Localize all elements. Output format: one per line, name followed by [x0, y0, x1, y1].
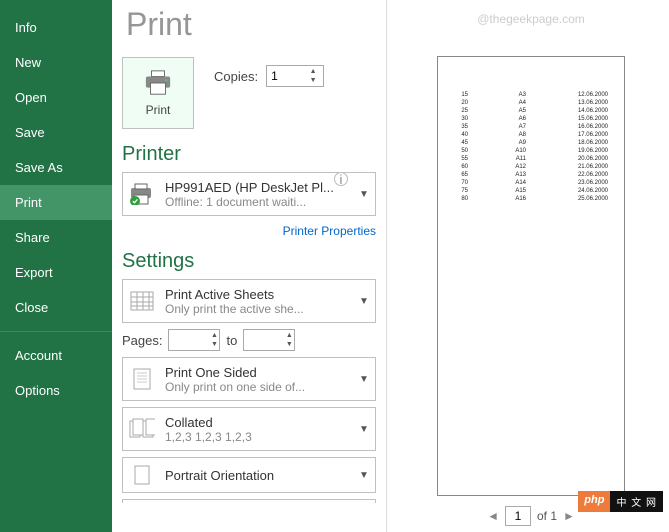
printer-icon: [143, 69, 173, 97]
next-page-button[interactable]: ►: [563, 509, 575, 523]
printer-status: Offline: 1 document waiti...: [165, 195, 355, 209]
preview-pager: ◄ of 1 ►: [393, 506, 669, 526]
spinner-up-icon[interactable]: ▲: [307, 67, 319, 76]
spinner-down-icon[interactable]: ▼: [307, 76, 319, 85]
print-scope-dropdown[interactable]: Print Active Sheets Only print the activ…: [122, 279, 376, 323]
paper-dropdown[interactable]: Letter 21.59 cm x 27.94 cm ▼: [122, 499, 376, 503]
preview-data-row: 65A1322.06.2000: [454, 171, 608, 179]
printer-status-icon: [123, 183, 161, 205]
pages-label: Pages:: [122, 333, 162, 348]
chevron-down-icon: ▼: [359, 424, 375, 435]
orientation-dropdown[interactable]: Portrait Orientation ▼: [122, 457, 376, 493]
copies-input[interactable]: [267, 69, 307, 83]
page-total: of 1: [537, 509, 557, 523]
preview-page: 15A312.06.200020A413.06.200025A514.06.20…: [437, 56, 625, 496]
print-preview-panel: @thegeekpage.com 15A312.06.200020A413.06…: [393, 0, 669, 532]
page-title: Print: [122, 0, 380, 57]
chevron-down-icon: ▼: [359, 374, 375, 385]
watermark: @thegeekpage.com: [477, 12, 585, 26]
preview-data-row: 40A817.06.2000: [454, 131, 608, 139]
chevron-down-icon: ▼: [359, 296, 375, 307]
printer-dropdown[interactable]: HP991AED (HP DeskJet Pl... Offline: 1 do…: [122, 172, 376, 216]
sidebar-item-options[interactable]: Options: [0, 373, 112, 408]
sidebar-item-save[interactable]: Save: [0, 115, 112, 150]
pages-from-input[interactable]: [169, 333, 209, 347]
pages-to-input[interactable]: [244, 333, 284, 347]
sidebar-separator: [0, 331, 112, 332]
preview-data-row: 80A1625.06.2000: [454, 195, 608, 203]
sides-dropdown[interactable]: Print One Sided Only print on one side o…: [122, 357, 376, 401]
page-icon: [123, 368, 161, 390]
preview-data-row: 35A716.06.2000: [454, 123, 608, 131]
sidebar-item-open[interactable]: Open: [0, 80, 112, 115]
pages-to-label: to: [226, 333, 237, 348]
prev-page-button[interactable]: ◄: [487, 509, 499, 523]
portrait-icon: [123, 465, 161, 485]
pages-from-spinner[interactable]: ▲▼: [168, 329, 220, 351]
preview-data-row: 25A514.06.2000: [454, 107, 608, 115]
sidebar-item-new[interactable]: New: [0, 45, 112, 80]
sheet-icon: [123, 291, 161, 311]
settings-heading: Settings: [122, 250, 376, 273]
preview-data-row: 50A1019.06.2000: [454, 147, 608, 155]
vertical-divider: [386, 0, 387, 532]
print-settings-panel: Print Print Copies: ▲▼: [112, 0, 380, 532]
preview-data-row: 75A1524.06.2000: [454, 187, 608, 195]
copies-label: Copies:: [214, 69, 258, 84]
collate-icon: [123, 418, 161, 440]
preview-data-row: 55A1120.06.2000: [454, 155, 608, 163]
sidebar-item-export[interactable]: Export: [0, 255, 112, 290]
preview-data-row: 70A1423.06.2000: [454, 179, 608, 187]
sidebar-item-saveas[interactable]: Save As: [0, 150, 112, 185]
print-button[interactable]: Print: [122, 57, 194, 129]
backstage-sidebar: Info New Open Save Save As Print Share E…: [0, 0, 112, 532]
copies-spinner[interactable]: ▲▼: [266, 65, 324, 87]
sidebar-item-close[interactable]: Close: [0, 290, 112, 325]
preview-data-row: 30A615.06.2000: [454, 115, 608, 123]
printer-heading: Printer: [122, 143, 376, 166]
chevron-down-icon: ▼: [359, 189, 375, 200]
page-number-input[interactable]: [505, 506, 531, 526]
sidebar-item-share[interactable]: Share: [0, 220, 112, 255]
settings-scroll[interactable]: Printer i HP991AED (HP DeskJet Pl... Off…: [122, 141, 380, 503]
pages-to-spinner[interactable]: ▲▼: [243, 329, 295, 351]
preview-data-row: 15A312.06.2000: [454, 91, 608, 99]
preview-data-row: 45A918.06.2000: [454, 139, 608, 147]
printer-name: HP991AED (HP DeskJet Pl...: [165, 180, 355, 195]
collate-dropdown[interactable]: Collated 1,2,3 1,2,3 1,2,3 ▼: [122, 407, 376, 451]
sidebar-item-account[interactable]: Account: [0, 338, 112, 373]
chevron-down-icon: ▼: [359, 470, 375, 481]
print-button-label: Print: [146, 103, 171, 117]
preview-data-row: 60A1221.06.2000: [454, 163, 608, 171]
printer-properties-link[interactable]: Printer Properties: [122, 222, 376, 248]
preview-data-row: 20A413.06.2000: [454, 99, 608, 107]
sidebar-item-print[interactable]: Print: [0, 185, 112, 220]
sidebar-item-info[interactable]: Info: [0, 10, 112, 45]
